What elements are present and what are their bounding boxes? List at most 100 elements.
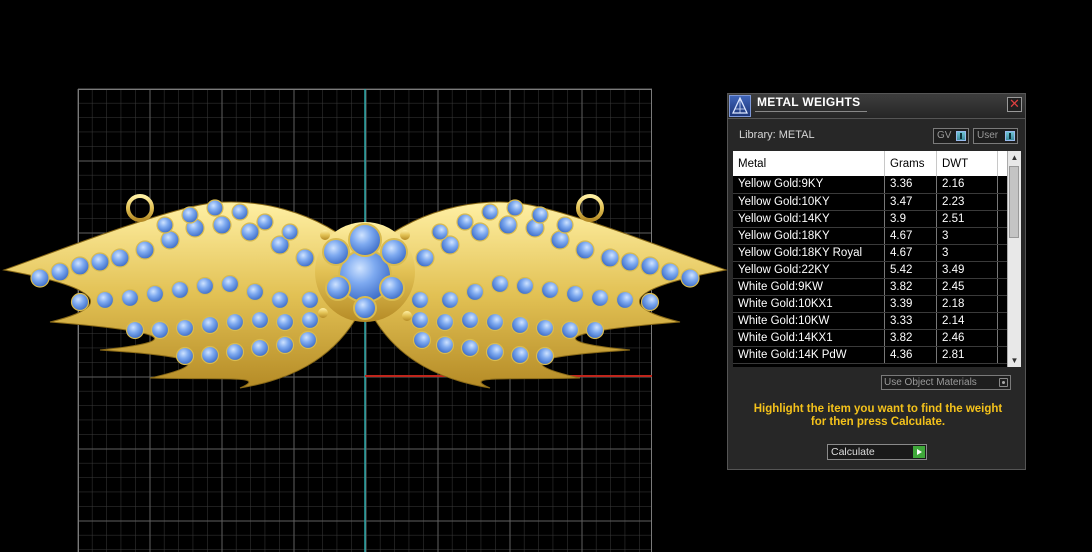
table-row[interactable]: White Gold:10KX1 3.39 2.18 [733,295,1013,313]
gem-stone [460,338,480,358]
gem-stone [298,330,318,350]
gem-stone [206,199,224,217]
gem-stone [50,262,70,282]
cell-dwt: 2.16 [936,176,998,194]
gem-stone [540,280,560,300]
column-header-grams[interactable]: Grams [884,151,937,176]
gem-stone [435,335,455,355]
gem-stone [275,335,295,355]
table-header-row: Metal Grams DWT [733,151,1013,176]
panel-titlebar[interactable]: METAL WEIGHTS ✕ [728,94,1025,119]
gem-stone [535,346,555,366]
app-logo-icon [729,95,751,117]
gem-stone [220,274,240,294]
scroll-thumb[interactable] [1009,166,1019,238]
table-scrollbar[interactable]: ▲ ▼ [1007,151,1021,367]
table-row[interactable]: White Gold:14K PdW 4.36 2.81 [733,346,1013,364]
cell-metal: Yellow Gold:14KY [733,210,885,228]
table-row[interactable]: Yellow Gold:18KY Royal 4.67 3 [733,244,1013,262]
instructions-text: Highlight the item you want to find the … [738,403,1018,429]
cell-dwt: 2.51 [936,210,998,228]
gem-stone [95,290,115,310]
table-row[interactable]: Yellow Gold:9KY 3.36 2.16 [733,176,1013,194]
scroll-up-icon[interactable]: ▲ [1008,151,1021,164]
scroll-down-icon[interactable]: ▼ [1008,354,1021,367]
close-icon[interactable]: ✕ [1007,97,1022,112]
gv-toggle[interactable]: GV [933,128,969,144]
table-row[interactable]: White Gold:10KW 3.33 2.14 [733,312,1013,330]
column-header-metal[interactable]: Metal [733,151,885,176]
gem-stone [256,213,274,231]
metal-table[interactable]: Metal Grams DWT Yellow Gold:9KY 3.36 2.16 Y… [733,151,1021,367]
cell-grams: 3.82 [884,278,937,296]
gem-stone [160,230,180,250]
gem-stone [145,284,165,304]
gv-toggle-label: GV [937,130,952,141]
cell-metal: White Gold:10KX1 [733,295,885,313]
gem-stone [531,206,549,224]
gem-stone [465,282,485,302]
gem-stone [550,230,570,250]
right-wing [364,194,728,389]
gem-stone [412,330,432,350]
metal-weights-panel: METAL WEIGHTS ✕ Library: METAL GV User M… [727,93,1026,470]
left-wing [2,194,366,389]
gem-stone [485,312,505,332]
gem-stone [300,310,320,330]
table-row[interactable]: Yellow Gold:22KY 5.42 3.49 [733,261,1013,279]
gem-stone [620,252,640,272]
use-object-materials-label: Use Object Materials [884,377,977,388]
gem-stone [615,290,635,310]
cell-dwt: 2.45 [936,278,998,296]
column-header-dwt[interactable]: DWT [936,151,998,176]
calculate-button[interactable]: Calculate [827,444,927,460]
gem-stone [135,240,155,260]
gem-stone [275,312,295,332]
cell-dwt: 3 [936,244,998,262]
cell-dwt: 3.49 [936,261,998,279]
radio-dot-icon [999,378,1008,387]
table-row[interactable]: White Gold:9KW 3.82 2.45 [733,278,1013,296]
gem-stone [225,342,245,362]
cell-grams: 4.67 [884,227,937,245]
cell-metal: White Gold:9KW [733,278,885,296]
gem-stone [575,240,595,260]
table-row[interactable]: White Gold:14KX1 3.82 2.46 [733,329,1013,347]
gem-stone [200,315,220,335]
gem-stone [200,345,220,365]
instructions-line-2: for then press Calculate. [810,416,946,428]
gem-stone [415,248,435,268]
gem-stone [660,262,680,282]
gem-stone [212,215,232,235]
table-row[interactable]: Yellow Gold:10KY 3.47 2.23 [733,193,1013,211]
gem-stone [170,280,190,300]
cell-metal: Yellow Gold:22KY [733,261,885,279]
gem-stone [175,346,195,366]
gem-stone [470,222,490,242]
gem-stone [225,312,245,332]
gem-stone [281,223,299,241]
gem-stone [585,320,605,340]
gem-stone [90,252,110,272]
panel-title: METAL WEIGHTS [757,95,861,109]
cell-grams: 3.47 [884,193,937,211]
title-underline [755,111,867,112]
gem-stone [181,206,199,224]
gem-stone [560,320,580,340]
gem-stone [150,320,170,340]
gem-stone [156,216,174,234]
cell-metal: Yellow Gold:10KY [733,193,885,211]
gem-stone [110,248,130,268]
gem-stone [231,203,249,221]
cell-dwt: 2.46 [936,329,998,347]
use-object-materials-toggle[interactable]: Use Object Materials [881,375,1011,390]
gem-stone [506,199,524,217]
center-stone-cluster [315,222,415,322]
gem-stone [250,310,270,330]
play-icon [913,446,925,458]
table-row[interactable]: Yellow Gold:14KY 3.9 2.51 [733,210,1013,228]
user-toggle[interactable]: User [973,128,1018,144]
table-row[interactable]: Yellow Gold:18KY 4.67 3 [733,227,1013,245]
gem-stone [510,315,530,335]
gv-toggle-knob-icon [956,131,966,141]
